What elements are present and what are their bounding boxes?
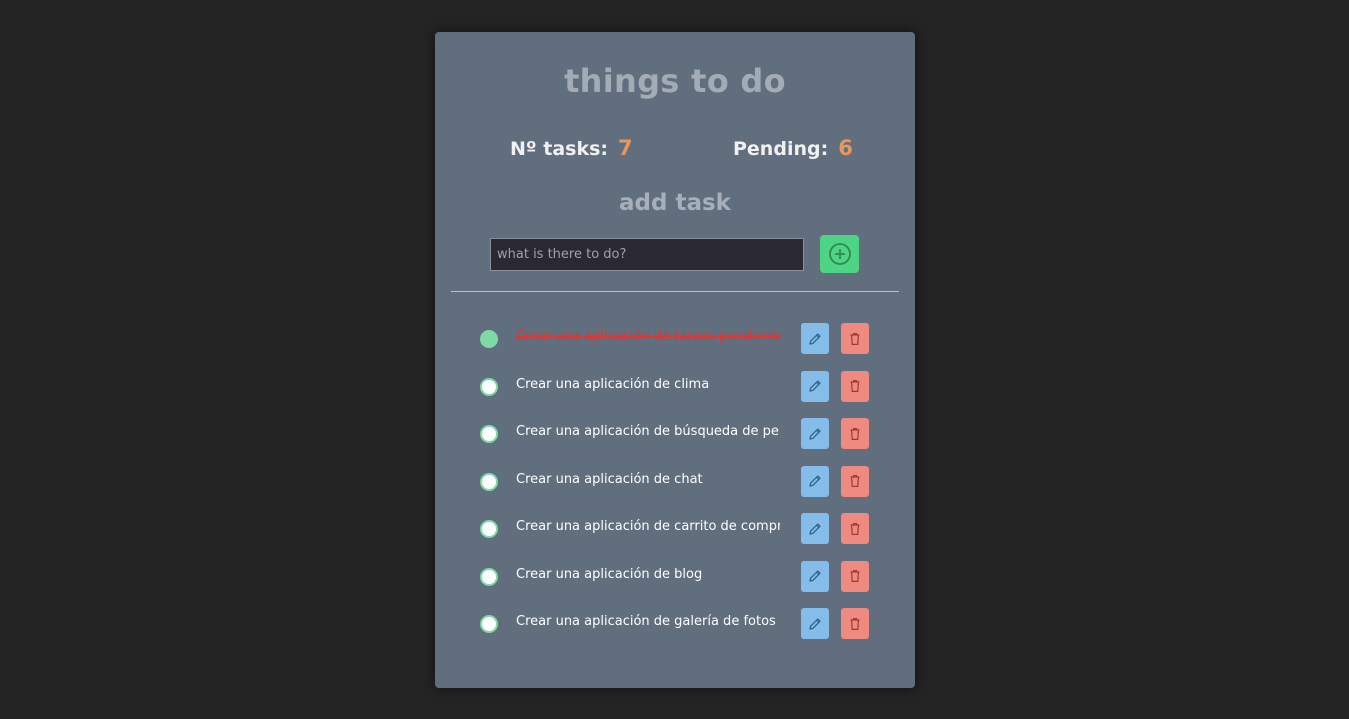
pencil-icon [809,380,821,392]
add-task-heading: add task [619,190,731,216]
divider [451,291,899,292]
pending-count-value: 6 [838,136,853,160]
edit-task-button[interactable] [801,370,829,402]
edit-task-button[interactable] [801,560,829,592]
delete-task-button[interactable] [841,608,869,639]
task-row: Crear una aplicación de chat [435,465,915,513]
task-checkbox[interactable] [480,520,498,538]
trash-icon [850,522,860,535]
tasks-count-label: Nº tasks: [510,138,608,160]
pencil-icon [809,332,821,345]
pencil-icon [809,522,821,535]
task-label: Crear una aplicación de búsqueda de pelí… [516,424,780,439]
trash-icon [850,380,860,392]
delete-task-button[interactable] [841,370,869,402]
add-task-button[interactable] [820,235,859,273]
trash-icon [850,332,860,345]
trash-icon [850,617,860,630]
task-checkbox[interactable] [480,567,498,586]
new-task-input[interactable] [490,238,804,271]
task-row: Crear una aplicación de clima [435,370,915,418]
pencil-icon [809,475,821,487]
pencil-icon [809,427,821,440]
delete-task-button[interactable] [841,323,869,354]
edit-task-button[interactable] [801,608,829,639]
edit-task-button[interactable] [801,323,829,354]
trash-icon [850,570,860,582]
trash-icon [850,427,860,440]
delete-task-button[interactable] [841,560,869,592]
task-label: Crear una aplicación de chat [516,471,703,487]
task-row: Crear una aplicación de galería de fotos [435,607,915,655]
task-row: Crear una aplicación de búsqueda de pelí… [435,417,915,465]
task-checkbox[interactable] [480,330,498,348]
delete-task-button[interactable] [841,513,869,544]
task-label: Crear una aplicación de tareas pendiente… [516,329,780,344]
task-checkbox[interactable] [480,472,498,491]
trash-icon [850,475,860,487]
todo-card: things to do Nº tasks: 7 Pending: 6 add … [435,32,915,688]
pending-count-label: Pending: [733,138,829,160]
page-title: things to do [564,62,786,100]
task-label: Crear una aplicación de carrito de compr… [516,519,780,534]
task-label: Crear una aplicación de galería de fotos [516,614,776,629]
delete-task-button[interactable] [841,418,869,449]
edit-task-button[interactable] [801,513,829,544]
pending-stat: Pending: 6 [733,136,853,160]
task-row: Crear una aplicación de carrito de compr… [435,512,915,560]
task-list: Crear una aplicación de tareas pendiente… [435,322,915,655]
pencil-icon [809,570,821,582]
edit-task-button[interactable] [801,465,829,497]
task-checkbox[interactable] [480,615,498,633]
edit-task-button[interactable] [801,418,829,449]
pencil-icon [809,617,821,630]
task-checkbox[interactable] [480,377,498,396]
task-checkbox[interactable] [480,425,498,443]
plus-circle-icon [828,243,851,265]
delete-task-button[interactable] [841,465,869,497]
task-row: Crear una aplicación de tareas pendiente… [435,322,915,370]
task-label: Crear una aplicación de blog [516,566,703,582]
task-label: Crear una aplicación de clima [516,376,710,392]
task-row: Crear una aplicación de blog [435,560,915,608]
tasks-stat: Nº tasks: 7 [510,136,633,160]
tasks-count-value: 7 [618,136,633,160]
